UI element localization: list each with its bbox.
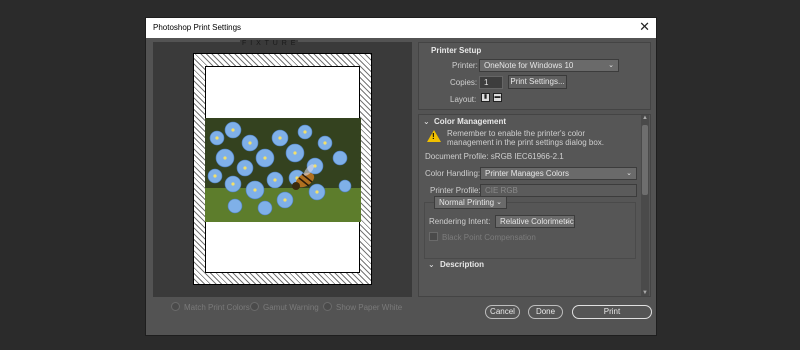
printer-setup-heading: Printer Setup (431, 46, 482, 55)
show-paper-white-checkbox[interactable]: Show Paper White (323, 302, 402, 312)
black-point-compensation-checkbox[interactable]: Black Point Compensation (429, 232, 536, 242)
description-chevron-icon[interactable]: ⌄ (428, 260, 435, 269)
printer-setup-section: Printer Setup Printer: OneNote for Windo… (418, 42, 651, 110)
scroll-thumb[interactable] (642, 125, 648, 195)
color-management-heading[interactable]: Color Management (434, 117, 506, 126)
print-button[interactable]: Print (572, 305, 652, 319)
gamut-warning-check-icon (250, 302, 259, 311)
layout-label: Layout: (450, 95, 477, 104)
forget-me-not-bee-image (205, 118, 361, 222)
portrait-icon[interactable]: ▮ (481, 93, 490, 102)
printer-select[interactable]: OneNote for Windows 10 ⌄ (479, 59, 619, 72)
copies-label: Copies: (450, 78, 478, 87)
chevron-down-icon: ⌄ (626, 170, 632, 177)
scroll-down-icon[interactable]: ▼ (641, 290, 649, 296)
chevron-down-icon: ⌄ (608, 62, 614, 69)
paper-preview (193, 53, 372, 285)
document-profile: Document Profile: sRGB IEC61966-2.1 (425, 152, 564, 161)
warning-text-line1: Remember to enable the printer's color (447, 129, 586, 138)
landscape-icon[interactable]: ▬ (493, 93, 502, 102)
title-bar: Photoshop Print Settings ✕ (146, 18, 656, 38)
chevron-down-icon: ⌄ (564, 218, 570, 225)
description-heading[interactable]: Description (440, 260, 484, 269)
preview-top-label: F I X T U R E (240, 40, 299, 47)
rendering-intent-select[interactable]: Relative Colorimetric ⌄ (495, 215, 575, 228)
window-title: Photoshop Print Settings (153, 23, 242, 32)
preview-image[interactable] (205, 118, 361, 222)
normal-printing-select[interactable]: Normal Printing ⌄ (434, 196, 507, 209)
color-handling-label: Color Handling: (425, 169, 481, 178)
rendering-options-box: Normal Printing ⌄ Rendering Intent: Rela… (424, 196, 636, 259)
rendering-intent-label: Rendering Intent: (429, 217, 491, 226)
collapse-chevron-icon[interactable]: ⌄ (423, 117, 430, 126)
color-handling-select[interactable]: Printer Manages Colors ⌄ (480, 167, 637, 180)
settings-panel: Printer Setup Printer: OneNote for Windo… (418, 42, 653, 297)
printable-area (205, 66, 361, 273)
warning-icon: ! (427, 130, 441, 142)
cancel-button[interactable]: Cancel (485, 305, 520, 319)
scrollbar[interactable]: ▲ ▼ (641, 115, 649, 296)
chevron-down-icon: ⌄ (496, 199, 502, 206)
print-settings-dialog: Photoshop Print Settings ✕ F I X T U R E (145, 17, 657, 336)
warning-text-line2: management in the print settings dialog … (447, 138, 604, 147)
printer-profile-label: Printer Profile: (430, 186, 481, 195)
print-preview: F I X T U R E (153, 40, 412, 297)
copies-input[interactable]: 1 (479, 76, 503, 89)
black-point-check-icon (429, 232, 438, 241)
match-print-colors-check-icon (171, 302, 180, 311)
done-button[interactable]: Done (528, 305, 563, 319)
close-icon[interactable]: ✕ (639, 20, 650, 34)
show-paper-white-check-icon (323, 302, 332, 311)
scroll-up-icon[interactable]: ▲ (641, 115, 649, 121)
color-management-section: ⌄ Color Management ! Remember to enable … (418, 114, 651, 297)
match-print-colors-checkbox[interactable]: Match Print Colors (171, 302, 250, 312)
printer-label: Printer: (452, 61, 478, 70)
gamut-warning-checkbox[interactable]: Gamut Warning (250, 302, 319, 312)
print-settings-button[interactable]: Print Settings... (508, 75, 567, 89)
